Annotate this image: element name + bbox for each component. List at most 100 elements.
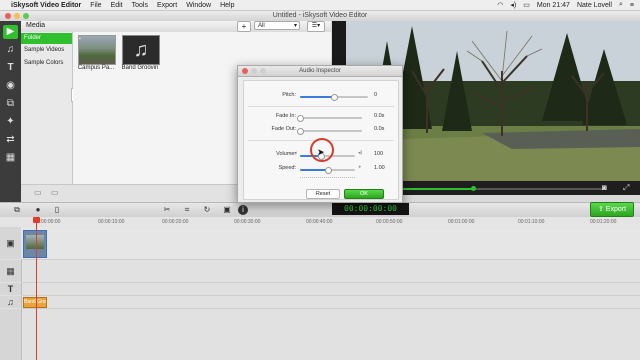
search-icon[interactable]: ⌕ <box>619 1 623 9</box>
edit-toolbar: ⧉ ● ▯ ✂ ⌗ ↻ ▣ i <box>0 202 640 218</box>
snapshot-icon[interactable]: ◙ <box>602 183 607 192</box>
media-thumb-band[interactable]: ♫ <box>122 35 160 65</box>
export-label: Export <box>605 206 627 213</box>
menu-edit[interactable]: Edit <box>111 2 123 9</box>
media-manager-icon[interactable]: ⧉ <box>10 205 24 215</box>
audio-clip[interactable]: Band Groovin <box>23 297 47 308</box>
reset-button[interactable]: Reset <box>306 189 340 199</box>
split-screen-tool-icon[interactable]: ▦ <box>3 151 18 165</box>
menu-help[interactable]: Help <box>220 2 234 9</box>
minimize-window-button[interactable] <box>14 13 20 19</box>
view-toggle-button[interactable]: ☰▾ <box>307 21 325 32</box>
media-tool-icon[interactable]: ▶ <box>3 25 18 39</box>
fade-in-value: 0.0s <box>374 113 385 119</box>
media-category-list: Folder Sample Videos Sample Colors <box>21 32 73 202</box>
media-filter-value: All <box>258 23 265 29</box>
ruler-tick: 00:00:10:00 <box>98 219 125 225</box>
pitch-slider[interactable] <box>300 93 368 101</box>
menu-app-name[interactable]: iSkysoft Video Editor <box>11 2 81 9</box>
media-caption-campus: Campus Pa... <box>77 65 115 71</box>
volume-low-icon: ◂ <box>294 150 297 156</box>
speed-tick-marks <box>300 177 355 179</box>
overlay-track[interactable] <box>21 260 640 283</box>
delete-media-icon[interactable]: ▭ <box>51 188 59 197</box>
dialog-minimize-button <box>251 68 257 74</box>
tool-column: ▶ ♫ T ◉ ⧉ ✦ ⇄ ▦ <box>0 21 21 202</box>
media-caption-band: Band Groovin <box>121 65 159 71</box>
zoom-window-button[interactable] <box>23 13 29 19</box>
video-clip[interactable] <box>23 230 47 258</box>
music-note-icon: ♫ <box>133 39 149 61</box>
close-window-button[interactable] <box>5 13 11 19</box>
element-tool-icon[interactable]: ✦ <box>3 115 18 129</box>
window-title: Untitled - iSkysoft Video Editor <box>272 12 368 19</box>
menu-tools[interactable]: Tools <box>132 2 148 9</box>
media-title: Media <box>26 22 46 29</box>
dialog-zoom-button <box>260 68 266 74</box>
category-sample-videos[interactable]: Sample Videos <box>21 45 72 56</box>
pitch-label: Pitch: <box>282 92 296 98</box>
slider-fill <box>300 169 328 171</box>
music-tool-icon[interactable]: ♫ <box>3 43 18 57</box>
rotate-icon[interactable]: ↻ <box>200 205 214 215</box>
crop-icon[interactable]: ⌗ <box>180 205 194 215</box>
playhead-line[interactable] <box>36 217 37 360</box>
wifi-icon[interactable]: ◠ <box>497 1 503 9</box>
fade-in-slider[interactable] <box>297 114 362 122</box>
dialog-title: Audio Inspector <box>299 68 341 74</box>
filter-tool-icon[interactable]: ◉ <box>3 79 18 93</box>
list-icon[interactable]: ≡ <box>630 2 634 9</box>
menu-file[interactable]: File <box>90 2 101 9</box>
timeline-tracks: ▣ ▦ T ♫ Band Groovin <box>0 227 640 360</box>
volume-icon[interactable]: ◂) <box>510 1 516 9</box>
trash-icon[interactable]: ▯ <box>50 205 64 215</box>
fade-out-value: 0.0s <box>374 126 385 132</box>
track-head-filler <box>0 309 22 360</box>
slider-knob[interactable] <box>297 114 304 122</box>
add-media-button[interactable]: + <box>237 21 251 32</box>
new-folder-icon[interactable]: ▭ <box>34 188 42 197</box>
speed-icon[interactable]: ▣ <box>220 205 234 215</box>
slider-fill <box>300 96 334 98</box>
speed-label: Speed: <box>278 165 296 171</box>
battery-icon[interactable]: ▭ <box>523 1 530 9</box>
slider-knob[interactable] <box>324 166 332 174</box>
fade-out-slider[interactable] <box>297 127 362 135</box>
rabbit-icon: ◕ <box>358 164 362 170</box>
text-tool-icon[interactable]: T <box>3 61 18 75</box>
dialog-close-button[interactable] <box>242 68 248 74</box>
ok-button[interactable]: OK <box>344 189 384 199</box>
media-thumb-campus[interactable]: ▪ <box>78 35 116 65</box>
volume-value: 100 <box>374 151 384 157</box>
preview-progress-track[interactable] <box>384 186 604 191</box>
transition-tool-icon[interactable]: ⇄ <box>3 133 18 147</box>
turtle-icon: ◔ <box>293 164 297 170</box>
export-button[interactable]: ⇪ Export <box>590 202 634 217</box>
export-icon: ⇪ <box>597 206 606 213</box>
category-sample-colors[interactable]: Sample Colors <box>21 58 72 69</box>
ruler-tick: 00:01:10:00 <box>518 219 545 225</box>
record-voiceover-icon[interactable]: ● <box>31 205 45 215</box>
preview-progress-knob[interactable] <box>471 186 477 191</box>
timecode-display: 00:00:00:00 <box>332 203 409 215</box>
category-folder[interactable]: Folder <box>21 33 72 44</box>
playhead-handle[interactable] <box>33 217 40 223</box>
overlay-tool-icon[interactable]: ⧉ <box>3 97 18 111</box>
slider-knob[interactable] <box>331 93 338 101</box>
slider-knob[interactable] <box>297 127 304 135</box>
menu-export[interactable]: Export <box>157 2 177 9</box>
cut-icon[interactable]: ✂ <box>160 205 174 215</box>
media-filter-select[interactable]: All ▾ <box>254 21 300 30</box>
speed-slider[interactable] <box>300 166 355 174</box>
text-track[interactable] <box>21 283 640 296</box>
clock[interactable]: Mon 21:47 <box>537 2 570 9</box>
music-track[interactable]: Band Groovin <box>21 296 640 309</box>
info-icon[interactable]: i <box>238 205 248 215</box>
fullscreen-icon[interactable]: ⤢ <box>623 183 629 193</box>
menu-window[interactable]: Window <box>186 2 211 9</box>
video-track[interactable] <box>21 227 640 260</box>
user-name[interactable]: Nate Lovell <box>577 2 612 9</box>
pitch-value: 0 <box>374 92 378 98</box>
chevron-down-icon: ▾ <box>293 23 297 29</box>
volume-label: Volume: <box>276 151 296 157</box>
